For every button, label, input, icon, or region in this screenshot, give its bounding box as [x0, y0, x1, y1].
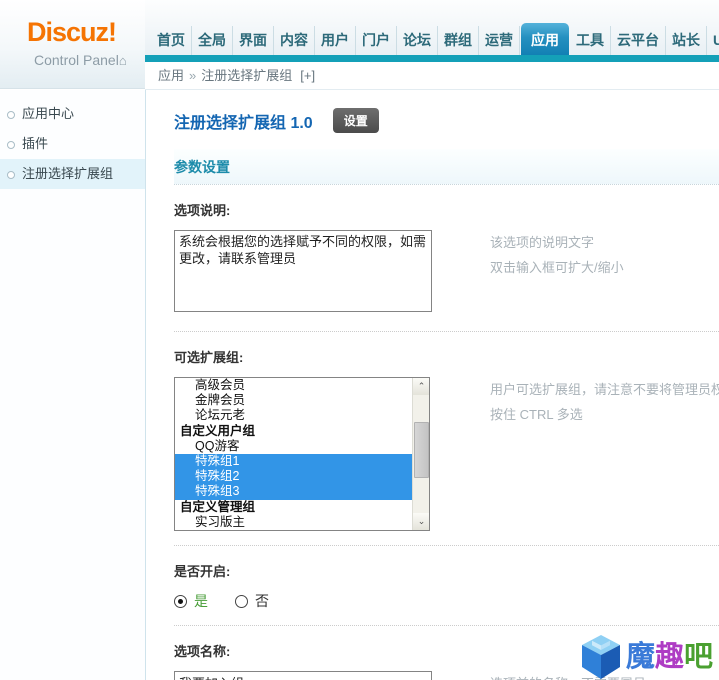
breadcrumb-section[interactable]: 应用	[158, 68, 184, 83]
nav-tab[interactable]: 站长	[666, 26, 707, 55]
enabled-radio-group: 是 否	[174, 591, 719, 611]
breadcrumb-page: 注册选择扩展组	[201, 68, 293, 83]
nav-tab[interactable]: 群组	[438, 26, 479, 55]
nav-tab[interactable]: 界面	[233, 26, 274, 55]
plugin-title-row: 注册选择扩展组 1.0 设置	[174, 105, 719, 136]
listbox-scrollbar[interactable]: ⌃ ⌄	[412, 378, 429, 530]
breadcrumb-separator: »	[189, 68, 197, 83]
radio-yes-icon[interactable]	[174, 594, 187, 608]
sidebar-item[interactable]: 插件	[0, 129, 145, 159]
radio-yes-label: 是	[194, 593, 208, 609]
logo-area: Discuz! Control Panel⌂	[0, 0, 145, 89]
nav-tab[interactable]: 用户	[315, 26, 356, 55]
breadcrumb-expand-link[interactable]: [+]	[300, 68, 315, 83]
radio-option-yes[interactable]: 是	[174, 591, 208, 611]
nav-tab[interactable]: 门户	[356, 26, 397, 55]
listbox-option[interactable]: QQ游客	[175, 439, 412, 454]
field-groups: 可选扩展组: 高级会员 金牌会员 论坛元老 自定义用户组 QQ游客 特殊组1 特…	[174, 347, 719, 546]
nav-tabs: 首页 全局 界面 内容 用户 门户 论坛 群组 运营 应用 工具 云平台 站长 …	[151, 23, 719, 55]
nav-tab[interactable]: 首页	[151, 26, 192, 55]
groups-listbox[interactable]: 高级会员 金牌会员 论坛元老 自定义用户组 QQ游客 特殊组1 特殊组2 特殊组…	[174, 377, 430, 531]
listbox-option[interactable]: 自定义管理组	[175, 500, 412, 515]
discuz-admin-page: Discuz! Control Panel⌂ 首页 全局 界面 内容 用户 门户…	[0, 0, 719, 680]
nav-tab[interactable]: 论坛	[397, 26, 438, 55]
description-help: 该选项的说明文字 双击输入框可扩大/缩小	[490, 235, 624, 275]
top-navigation: 首页 全局 界面 内容 用户 门户 论坛 群组 运营 应用 工具 云平台 站长 …	[145, 0, 719, 62]
nav-tab[interactable]: UCenter	[707, 26, 719, 55]
enabled-label: 是否开启:	[174, 564, 231, 579]
main-content: 注册选择扩展组 1.0 设置 参数设置 选项说明: 系统会根据您的选择赋予不同的…	[145, 90, 719, 680]
listbox-option[interactable]: 自定义用户组	[175, 424, 412, 439]
listbox-option[interactable]: 实习版主	[175, 515, 412, 530]
nav-tab[interactable]: 工具	[570, 26, 611, 55]
description-label: 选项说明:	[174, 203, 231, 218]
scrollbar-up-icon[interactable]: ⌃	[413, 378, 429, 395]
field-enabled: 是否开启: 是 否	[174, 561, 719, 626]
home-icon: ⌂	[118, 53, 127, 68]
nav-tab[interactable]: 全局	[192, 26, 233, 55]
option-name-input[interactable]	[174, 671, 432, 680]
nav-underline-bar	[145, 55, 719, 62]
cube-logo-icon	[581, 635, 620, 679]
listbox-option[interactable]: 特殊组2	[175, 469, 412, 485]
sidebar: 应用中心 插件 注册选择扩展组	[0, 90, 145, 680]
watermark: 魔趣吧	[581, 634, 713, 680]
sidebar-item[interactable]: 应用中心	[0, 99, 145, 129]
listbox-option[interactable]: 金牌会员	[175, 393, 412, 408]
nav-tab[interactable]: 云平台	[611, 26, 666, 55]
section-header: 参数设置	[174, 149, 719, 185]
listbox-option[interactable]: 论坛元老	[175, 408, 412, 423]
watermark-text: 魔趣吧	[625, 641, 713, 673]
nav-tab[interactable]: 应用	[521, 23, 569, 55]
page-title: 注册选择扩展组 1.0	[174, 114, 313, 132]
radio-no-icon[interactable]	[235, 594, 248, 608]
listbox-option[interactable]: 高级会员	[175, 378, 412, 393]
scrollbar-thumb[interactable]	[414, 422, 429, 478]
groups-help: 用户可选扩展组，请注意不要将管理员权限 按住 CTRL 多选	[490, 382, 719, 422]
control-panel-label: Control Panel⌂	[34, 52, 127, 68]
field-description: 选项说明: 系统会根据您的选择赋予不同的权限，如需更改，请联系管理员 该选项的说…	[174, 200, 719, 332]
listbox-option[interactable]: 特殊组1	[175, 453, 412, 470]
sidebar-item[interactable]: 注册选择扩展组	[0, 159, 145, 189]
description-textarea[interactable]: 系统会根据您的选择赋予不同的权限，如需更改，请联系管理员	[174, 230, 432, 312]
nav-tab[interactable]: 运营	[479, 26, 520, 55]
radio-option-no[interactable]: 否	[235, 591, 269, 611]
scrollbar-down-icon[interactable]: ⌄	[413, 513, 429, 530]
groups-label: 可选扩展组:	[174, 350, 244, 365]
groups-options: 高级会员 金牌会员 论坛元老 自定义用户组 QQ游客 特殊组1 特殊组2 特殊组…	[175, 378, 412, 530]
nav-tab[interactable]: 内容	[274, 26, 315, 55]
settings-button[interactable]: 设置	[332, 108, 379, 133]
listbox-option[interactable]: 特殊组3	[175, 484, 412, 500]
discuz-logo: Discuz!	[27, 17, 117, 47]
radio-no-label: 否	[255, 593, 269, 609]
breadcrumb: 应用 » 注册选择扩展组 [+]	[145, 62, 719, 90]
